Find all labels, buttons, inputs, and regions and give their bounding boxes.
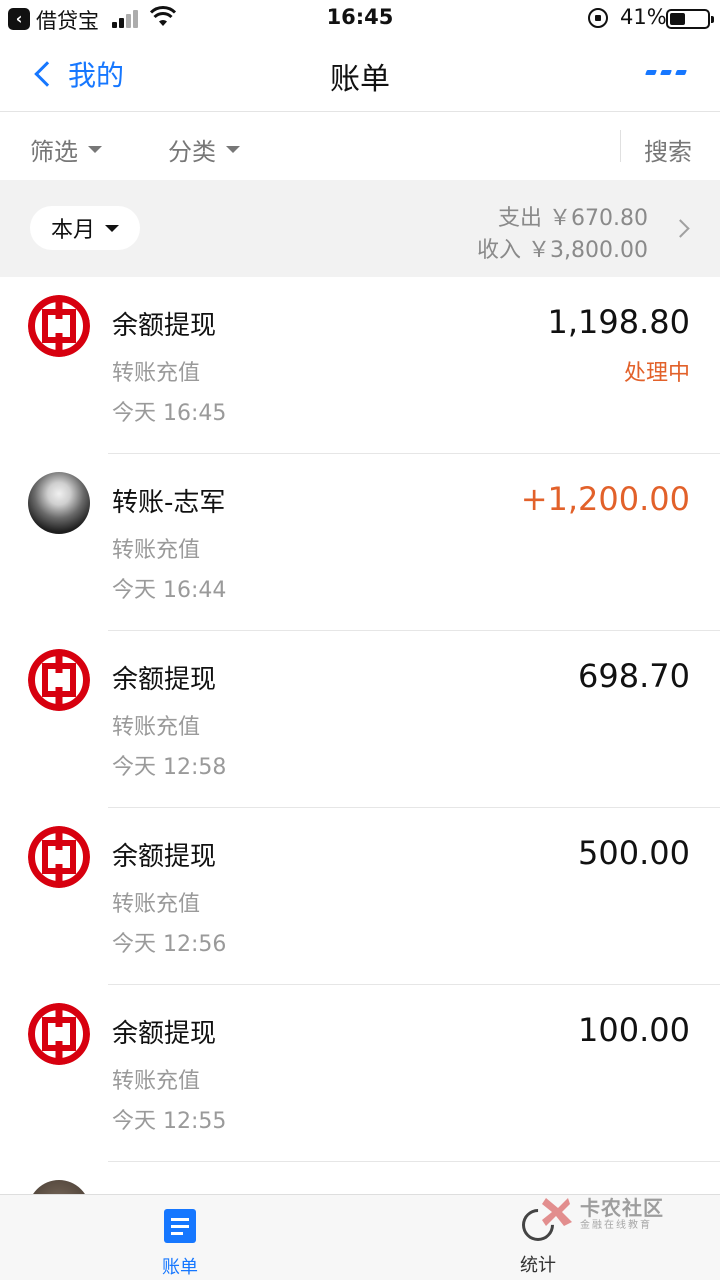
tab-stats-label: 统计 [520, 1255, 556, 1276]
transaction-time: 今天 12:58 [112, 755, 227, 780]
orientation-lock-icon [588, 8, 608, 28]
transaction-amount: 500.00 [578, 834, 690, 872]
status-bar: ‹ 借贷宝 16:45 41% [0, 0, 720, 36]
transaction-title: 余额提现 [112, 842, 217, 872]
transaction-status: 处理中 [623, 361, 690, 386]
transaction-subtitle: 转账充值 [112, 538, 201, 563]
income-total: 收入 ￥3,800.00 [477, 238, 648, 263]
watermark: 卡农社区 金融在线教育 [538, 1192, 708, 1232]
filter-label: 筛选 [30, 138, 78, 166]
page-title: 账单 [330, 62, 390, 97]
clock: 16:45 [326, 5, 394, 29]
transaction-title: 转账-志军 [112, 488, 226, 518]
tab-bill-label: 账单 [162, 1257, 198, 1278]
filter-bar: 筛选 分类 搜索 [0, 112, 720, 180]
icbc-bank-logo-icon [28, 1003, 90, 1065]
nav-bar: 我的 账单 [0, 36, 720, 112]
chevron-right-icon[interactable] [671, 219, 690, 238]
avatar-partial [28, 1180, 90, 1194]
transaction-row[interactable]: 余额提现转账充值今天 16:45 1,198.80 处理中 [0, 277, 720, 454]
divider [620, 130, 621, 162]
transaction-row[interactable]: 余额提现转账充值今天 12:56 500.00 [0, 808, 720, 985]
transaction-subtitle: 转账充值 [112, 1069, 201, 1094]
transaction-amount: 1,198.80 [547, 303, 691, 341]
expense-total: 支出 ￥670.80 [498, 206, 648, 231]
transaction-title: 余额提现 [112, 311, 217, 341]
transaction-time: 今天 12:56 [112, 932, 227, 957]
transaction-amount: 698.70 [578, 657, 690, 695]
battery-percent: 41% [620, 5, 667, 29]
watermark-logo-icon [542, 1198, 572, 1226]
category-label: 分类 [168, 138, 216, 166]
transaction-row[interactable]: 转账-志军转账充值今天 16:44 +1,200.00 [0, 454, 720, 631]
bill-icon [164, 1209, 196, 1243]
user-avatar [28, 472, 90, 534]
transaction-title: 余额提现 [112, 1019, 217, 1049]
icbc-bank-logo-icon [28, 649, 90, 711]
caret-down-icon [105, 224, 119, 232]
watermark-subtitle: 金融在线教育 [580, 1220, 652, 1231]
transaction-subtitle: 转账充值 [112, 892, 201, 917]
tab-bill[interactable]: 账单 [120, 1209, 240, 1279]
search-button[interactable]: 搜索 [644, 132, 692, 167]
month-label: 本月 [50, 218, 95, 243]
transaction-time: 今天 16:44 [112, 578, 227, 603]
month-summary[interactable]: 本月 支出 ￥670.80 收入 ￥3,800.00 [0, 180, 720, 277]
month-selector[interactable]: 本月 [30, 206, 140, 250]
transaction-subtitle: 转账充值 [112, 361, 201, 386]
filter-dropdown[interactable]: 筛选 [30, 132, 102, 167]
transaction-time: 今天 12:55 [112, 1109, 227, 1134]
category-dropdown[interactable]: 分类 [168, 132, 240, 167]
icbc-bank-logo-icon [28, 826, 90, 888]
transaction-list: 余额提现 转账充值 今天 16:45 1,198.80 处理中 转账-志军 转账充值 今天 1… [0, 277, 720, 1162]
transaction-row[interactable]: 余额提现转账充值今天 12:55 100.00 [0, 985, 720, 1162]
more-dots-icon[interactable] [645, 70, 687, 78]
icbc-bank-logo-icon [28, 295, 90, 357]
transaction-row[interactable]: 余额提现转账充值今天 12:58 698.70 [0, 631, 720, 808]
transaction-amount: +1,200.00 [520, 480, 690, 518]
caret-down-icon [226, 146, 240, 153]
transaction-subtitle: 转账充值 [112, 715, 201, 740]
caret-down-icon [88, 146, 102, 153]
transaction-time: 今天 16:45 [112, 401, 227, 426]
row-divider [108, 1161, 720, 1162]
transaction-amount: 100.00 [578, 1011, 690, 1049]
transaction-title: 余额提现 [112, 665, 217, 695]
battery-icon [666, 9, 714, 29]
